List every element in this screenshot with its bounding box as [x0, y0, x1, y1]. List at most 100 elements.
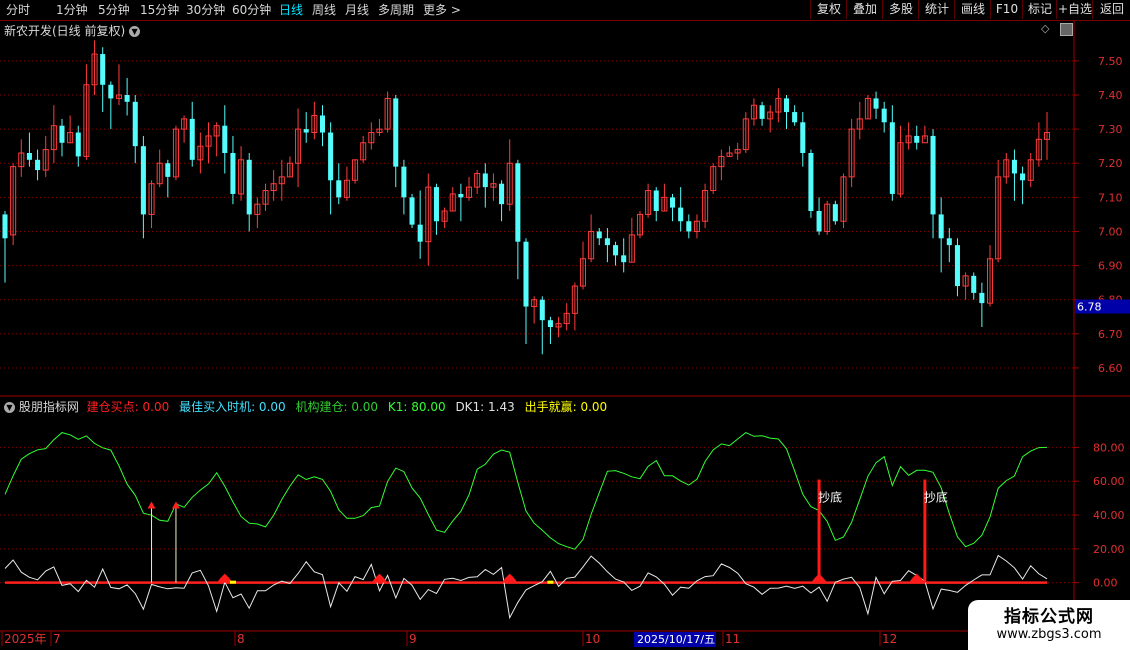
candle-down: [458, 193, 464, 198]
candle-down: [401, 166, 407, 198]
price-tick-label: 7.50: [1098, 55, 1123, 68]
candle-down: [499, 183, 505, 205]
period-tab-weekly[interactable]: 周线: [312, 2, 336, 18]
candle-down: [808, 153, 814, 211]
candle-down: [914, 135, 920, 143]
cursor-date-label: 2025/10/17/五: [637, 633, 715, 646]
add-favorite-button[interactable]: +自选: [1056, 0, 1093, 19]
candle-down: [1011, 159, 1017, 174]
x-axis-label: 9: [409, 632, 417, 646]
candle-down: [328, 132, 334, 181]
chart-canvas[interactable]: 7.507.407.307.207.107.006.906.806.706.60…: [0, 0, 1130, 650]
candle-down: [979, 292, 985, 304]
candle-down: [75, 132, 81, 157]
candle-down: [759, 105, 765, 119]
restore-rights-button[interactable]: 复权: [810, 0, 847, 19]
candle-down: [336, 180, 342, 198]
period-tab-30min[interactable]: 30分钟: [186, 2, 225, 18]
candle-down: [946, 238, 952, 246]
period-tab-more[interactable]: 更多 >: [423, 2, 461, 18]
candle-down: [889, 122, 895, 194]
overlay-button[interactable]: 叠加: [846, 0, 883, 19]
indicator-name: 股朋指标网: [18, 400, 79, 414]
watermark-badge: 指标公式网 www.zbgs3.com: [968, 600, 1130, 650]
period-tab-15min[interactable]: 15分钟: [140, 2, 179, 18]
up-arrow-head: [147, 501, 156, 509]
candle-down: [938, 214, 944, 239]
candle-down: [613, 245, 619, 256]
back-button[interactable]: 返回: [1092, 0, 1130, 19]
candle-down: [482, 173, 488, 188]
candle-down: [124, 95, 130, 102]
candle-down: [523, 241, 529, 307]
f10-button[interactable]: F10: [990, 0, 1023, 19]
watermark-url: www.zbgs3.com: [996, 627, 1102, 642]
candle-down: [2, 214, 8, 239]
period-tab-multi[interactable]: 多周期: [378, 2, 414, 18]
candle-down: [670, 197, 676, 208]
candle-down: [393, 98, 399, 167]
price-tick-label: 7.20: [1098, 157, 1123, 170]
price-panel-title-row: 新农开发(日线 前复权) ▼: [4, 22, 141, 39]
candle-down: [165, 163, 171, 177]
candle-down: [515, 163, 521, 242]
candle-down: [303, 129, 309, 133]
candle-down: [100, 54, 106, 85]
panel-square-icon[interactable]: [1060, 23, 1073, 36]
candle-down: [230, 153, 236, 194]
x-axis-label: 12: [882, 632, 897, 646]
yellow-marker: [229, 580, 236, 584]
indicator-dropdown-icon[interactable]: ▼: [4, 402, 15, 413]
period-tab-monthly[interactable]: 月线: [345, 2, 369, 18]
price-tick-label: 7.00: [1098, 225, 1123, 238]
panel-diamond-icon[interactable]: ◇: [1041, 22, 1049, 35]
candle-down: [26, 153, 32, 160]
period-tab-daily[interactable]: 日线: [279, 2, 303, 18]
indicator-tick-label: 80.00: [1093, 441, 1125, 454]
candle-down: [832, 204, 838, 222]
mark-button[interactable]: 标记: [1022, 0, 1057, 19]
price-tick-label: 7.30: [1098, 123, 1123, 136]
price-tick-label: 7.10: [1098, 191, 1123, 204]
title-dropdown-icon[interactable]: ▼: [129, 26, 141, 37]
candle-down: [417, 224, 423, 242]
candle-down: [954, 245, 960, 287]
dk1-line: [4, 554, 1048, 620]
x-axis-label: 10: [585, 632, 600, 646]
multi-stock-button[interactable]: 多股: [882, 0, 919, 19]
candle-down: [547, 320, 553, 327]
watermark-title: 指标公式网: [1004, 607, 1094, 627]
candle-down: [140, 146, 146, 215]
candle-down: [816, 211, 822, 232]
candle-down: [653, 190, 659, 211]
draw-line-button[interactable]: 画线: [954, 0, 991, 19]
legend-build-position: 建仓买点: 0.00: [86, 400, 170, 414]
candle-down: [621, 255, 627, 263]
indicator-tick-label: 0.00: [1093, 577, 1118, 590]
period-tab-timeshare[interactable]: 分时: [6, 2, 30, 18]
yellow-marker: [547, 580, 554, 584]
legend-k1: K1: 80.00: [387, 400, 446, 414]
candle-down: [108, 84, 114, 99]
candle-down: [686, 221, 692, 232]
candle-down: [678, 207, 684, 222]
indicator-tick-label: 40.00: [1093, 509, 1125, 522]
candle-down: [59, 125, 65, 143]
candle-down: [189, 118, 195, 160]
period-tab-1min[interactable]: 1分钟: [56, 2, 88, 18]
price-tick-label: 6.70: [1098, 328, 1123, 341]
period-tab-5min[interactable]: 5分钟: [98, 2, 130, 18]
x-axis-label: 7: [53, 632, 61, 646]
candle-down: [971, 275, 977, 293]
bottom-signal-label: 抄底: [818, 490, 842, 505]
k1-line: [4, 432, 1048, 550]
period-tab-60min[interactable]: 60分钟: [232, 2, 271, 18]
indicator-tick-label: 60.00: [1093, 475, 1125, 488]
current-price-label: 6.78: [1077, 301, 1102, 314]
bottom-signal-label: 抄底: [924, 490, 948, 505]
price-panel-title: 新农开发(日线 前复权): [4, 24, 126, 38]
red-build-marker: [908, 573, 925, 583]
statistics-button[interactable]: 统计: [918, 0, 955, 19]
legend-sure-win: 出手就赢: 0.00: [524, 400, 608, 414]
x-axis-label: 11: [725, 632, 740, 646]
